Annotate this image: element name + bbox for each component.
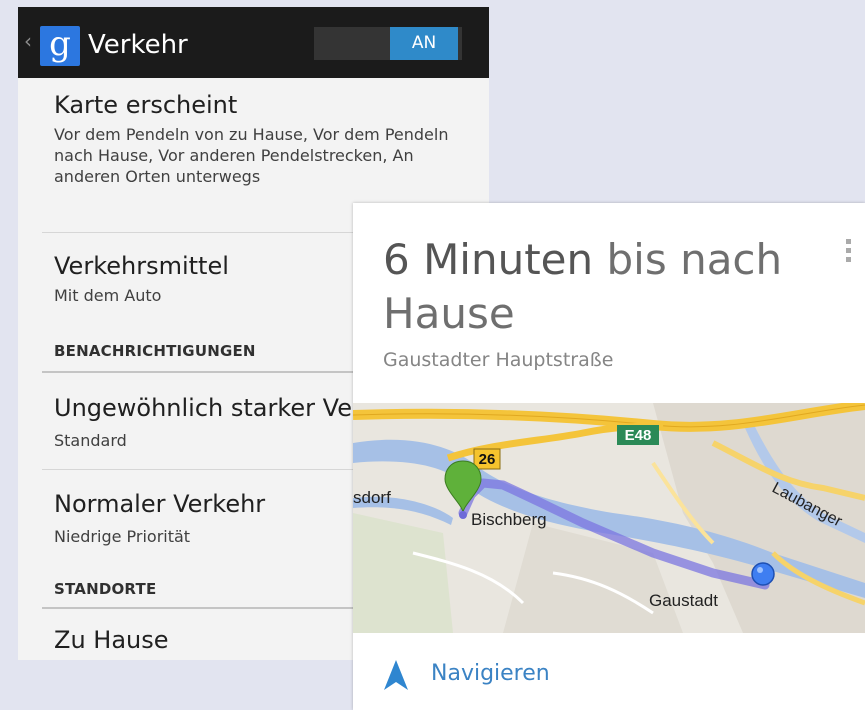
gaustadt-label: Gaustadt [649, 591, 718, 610]
navigate-button[interactable]: Navigieren [353, 633, 865, 710]
card-title: 6 Minuten bis nach Hause [383, 233, 823, 341]
action-bar: ‹ g Verkehr AN [18, 7, 489, 78]
route-map[interactable]: E48 26 Bischberg sdorf Gaustadt Laubange… [353, 403, 865, 633]
destination-marker [751, 562, 775, 586]
commute-card[interactable]: 6 Minuten bis nach Hause Gaustadter Haup… [353, 203, 865, 710]
navigation-arrow-icon [384, 660, 408, 690]
start-point [459, 511, 467, 519]
page-title: Verkehr [88, 30, 188, 60]
bischberg-label: Bischberg [471, 510, 547, 529]
destination-highlight [757, 567, 763, 573]
section-header-notifications: BENACHRICHTIGUNGEN [54, 342, 256, 360]
toggle-on-label: AN [390, 27, 458, 60]
card-subtitle: Gaustadter Hauptstraße [383, 349, 614, 371]
google-search-logo-icon[interactable]: g [40, 26, 80, 66]
card-title-duration: 6 Minuten [383, 235, 594, 284]
e48-label: E48 [625, 427, 652, 444]
sdorf-label: sdorf [353, 488, 391, 507]
section-header-locations: STANDORTE [54, 580, 157, 598]
road26-label: 26 [479, 451, 496, 468]
navigate-label: Navigieren [431, 661, 550, 686]
pref-title: Karte erscheint [54, 91, 238, 119]
pref-map-appears[interactable]: Karte erscheint Vor dem Pendeln von zu H… [54, 90, 474, 187]
pref-summary: Vor dem Pendeln von zu Hause, Vor dem Pe… [54, 125, 449, 186]
traffic-toggle[interactable]: AN [314, 27, 462, 60]
back-chevron-icon[interactable]: ‹ [24, 31, 38, 51]
overflow-menu-icon[interactable] [846, 239, 852, 267]
